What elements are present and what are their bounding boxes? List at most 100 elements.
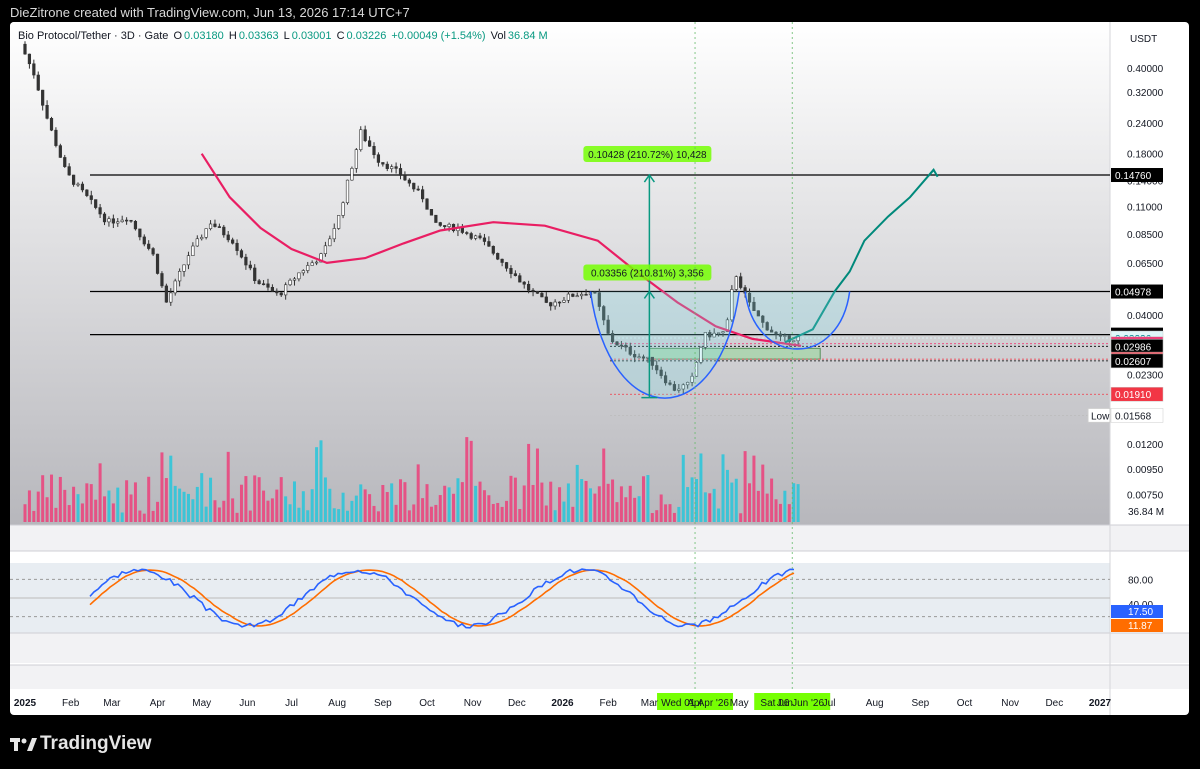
y-tick-label: 0.00750 — [1127, 490, 1164, 501]
volume-bar — [156, 501, 160, 522]
candle-body — [306, 265, 310, 271]
symbol-label[interactable]: Bio Protocol/Tether · 3D · Gate — [18, 30, 168, 42]
candle-body — [41, 89, 45, 106]
candle-body — [85, 189, 89, 196]
candle-body — [403, 175, 407, 181]
price-tag: 0.02986 — [1110, 339, 1164, 354]
candle-body — [359, 129, 363, 150]
candle-body — [398, 168, 403, 176]
volume-bar — [129, 494, 133, 522]
volume-bar — [774, 499, 778, 522]
volume-bar — [111, 503, 115, 522]
candle-body — [734, 276, 738, 290]
volume-bar — [734, 478, 738, 522]
high-value: 0.03363 — [238, 30, 279, 42]
candle-body — [195, 238, 199, 247]
candle-body — [217, 226, 221, 228]
candle-body — [425, 198, 429, 210]
candle-body — [562, 299, 566, 303]
x-tick-label: Aug — [328, 698, 346, 709]
candle-body — [478, 235, 482, 239]
volume-bar — [354, 495, 358, 522]
volume-bar — [535, 448, 539, 522]
candle-body — [270, 286, 274, 292]
candle-body — [385, 163, 389, 169]
candle-body — [438, 222, 442, 226]
volume-bar — [558, 487, 562, 522]
volume-bar — [456, 478, 460, 522]
candle-body — [208, 223, 213, 230]
candle-body — [332, 228, 336, 240]
volume-bar — [315, 447, 319, 522]
candle-body — [531, 289, 535, 292]
candle-body — [412, 182, 416, 190]
volume-bar — [491, 503, 495, 522]
volume-bar — [796, 484, 800, 522]
volume-bar — [425, 484, 429, 522]
volume-bar — [323, 477, 327, 522]
chart-card: 0.10428 (210.72%) 10,428 0.03356 (210.81%… — [10, 22, 1189, 715]
volume-bar — [416, 464, 420, 522]
candle-body — [58, 145, 62, 158]
level-tag-label: 0.14760 — [1115, 171, 1152, 182]
candle-body — [500, 258, 504, 263]
volume-bar — [531, 484, 535, 522]
price-tag: 0.01910 — [1110, 386, 1164, 402]
volume-bar — [54, 507, 58, 522]
candle-body — [279, 292, 283, 296]
candle-body — [394, 166, 398, 169]
price-tag-label: 0.01568 — [1115, 411, 1152, 422]
candle-body — [553, 301, 557, 307]
x-tick-label: Feb — [600, 698, 618, 709]
volume-bar — [756, 490, 760, 522]
volume-bar — [699, 453, 703, 522]
candle-body — [328, 238, 332, 247]
candle-body — [491, 245, 495, 254]
candle-body — [566, 293, 570, 301]
volume-bar — [239, 484, 243, 522]
candle-body — [49, 118, 54, 131]
volume-bar — [518, 509, 522, 522]
x-tick-label: Mar — [103, 698, 121, 709]
volume-bar — [173, 485, 177, 522]
volume-bar — [147, 476, 151, 522]
candle-body — [350, 168, 354, 181]
stoch-tick-label: 80.00 — [1128, 575, 1153, 586]
volume-bar — [133, 482, 137, 522]
tradingview-logo-icon — [10, 738, 37, 751]
volume-bar — [681, 454, 685, 522]
open-value: 0.03180 — [184, 30, 224, 42]
volume-bar — [496, 502, 500, 522]
volume-bar — [743, 451, 747, 522]
candle-body — [549, 302, 553, 307]
x-tick-label: Sep — [911, 698, 929, 709]
volume-bar — [80, 503, 84, 522]
volume-bar — [292, 481, 296, 522]
candle-body — [147, 243, 151, 249]
volume-bar — [730, 482, 734, 522]
volume-bar — [571, 506, 575, 522]
candle-body — [226, 234, 230, 241]
candle-body — [200, 236, 204, 240]
volume-bar — [527, 443, 531, 522]
candle-body — [222, 226, 226, 236]
volume-bar — [23, 504, 27, 522]
header-attribution: DieZitrone created with TradingView.com,… — [10, 5, 410, 20]
price-pane-background — [10, 22, 1110, 525]
volume-bar — [394, 504, 398, 522]
chart-canvas[interactable]: 0.10428 (210.72%) 10,428 0.03356 (210.81%… — [10, 22, 1189, 715]
candle-body — [580, 294, 584, 297]
candle-body — [23, 43, 27, 55]
volume-bar — [58, 476, 62, 522]
currency-label: USDT — [1130, 34, 1157, 45]
volume-bar — [509, 475, 513, 522]
candle-body — [341, 202, 345, 216]
candle-body — [248, 264, 252, 269]
candle-body — [544, 296, 548, 303]
measure-label: 0.10428 (210.72%) 10,428 — [588, 150, 707, 161]
volume-bar — [284, 496, 288, 522]
volume-bar — [209, 477, 213, 522]
candle-body — [235, 242, 239, 251]
x-tick-label: Jul — [285, 698, 298, 709]
volume-bar — [217, 507, 221, 522]
